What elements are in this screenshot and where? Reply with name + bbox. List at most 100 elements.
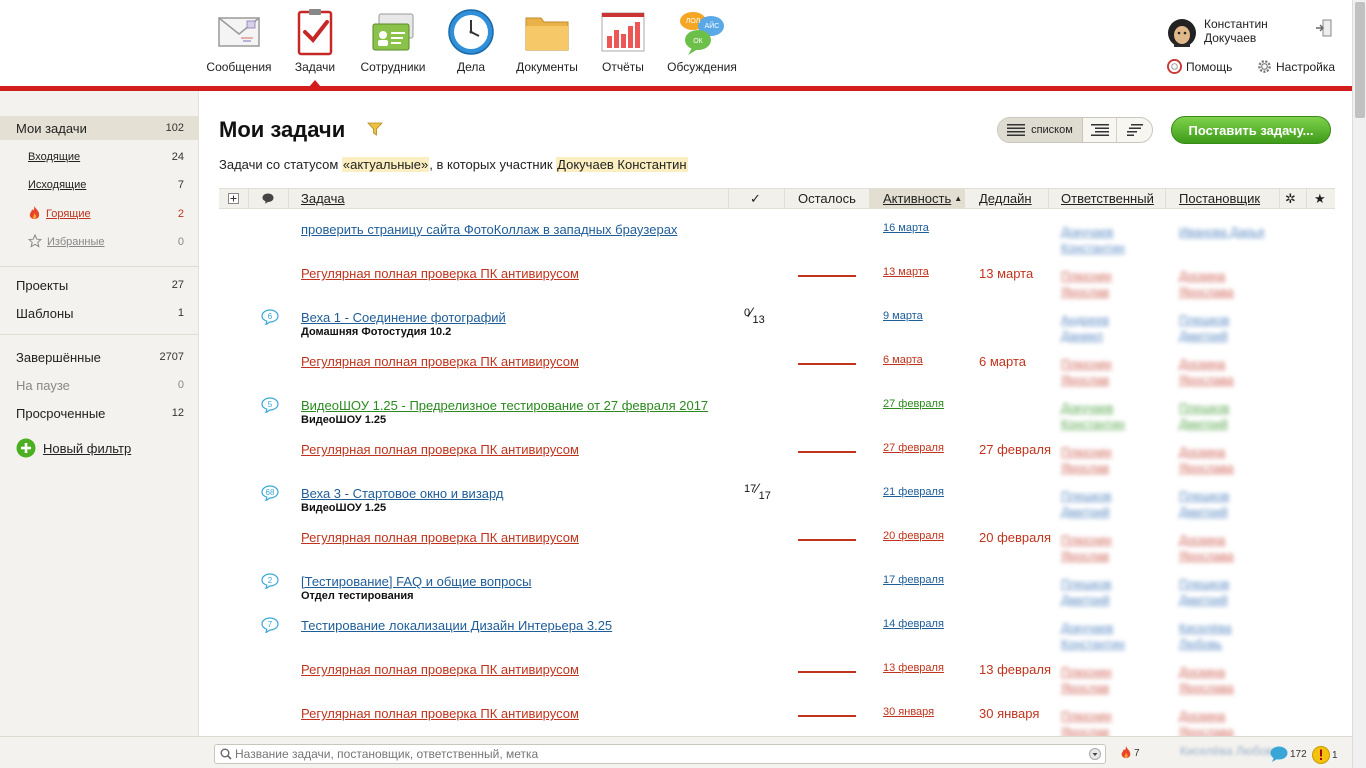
activity-date[interactable]: 27 февраля (883, 442, 944, 454)
activity-date[interactable]: 20 февраля (883, 530, 944, 542)
table-row[interactable]: Регулярная полная проверка ПК антивирусо… (219, 706, 1335, 736)
author-person[interactable]: Доскина Ярослава (1179, 532, 1269, 564)
author-person[interactable]: Плешков Дмитрий (1179, 488, 1269, 520)
task-title-link[interactable]: проверить страницу сайта ФотоКоллаж в за… (301, 222, 677, 237)
task-title-link[interactable]: Регулярная полная проверка ПК антивирусо… (301, 530, 579, 545)
comment-bubble-icon[interactable]: 2 (261, 573, 279, 589)
help-link[interactable]: Помощь (1167, 59, 1232, 74)
expand-all-icon[interactable] (228, 193, 239, 204)
sidebar-item-hot[interactable]: Горящие 2 (0, 202, 199, 226)
task-title-link[interactable]: Регулярная полная проверка ПК антивирусо… (301, 706, 579, 721)
table-row[interactable]: проверить страницу сайта ФотоКоллаж в за… (219, 222, 1335, 266)
new-filter-button[interactable]: Новый фильтр (0, 436, 199, 460)
view-tree-button[interactable] (1083, 118, 1118, 142)
nav-reports[interactable]: Отчёты (583, 8, 663, 74)
task-title-link[interactable]: Регулярная полная проверка ПК антивирусо… (301, 442, 579, 457)
activity-date[interactable]: 30 января (883, 706, 934, 718)
table-row[interactable]: Регулярная полная проверка ПК антивирусо… (219, 442, 1335, 486)
author-person[interactable]: Плешков Дмитрий (1179, 400, 1269, 432)
scrollbar-thumb[interactable] (1355, 2, 1365, 118)
sidebar-item-completed[interactable]: Завершённые 2707 (0, 345, 199, 369)
table-row[interactable]: Регулярная полная проверка ПК антивирусо… (219, 354, 1335, 398)
participant-filter-tag[interactable]: Докучаев Константин (556, 157, 688, 172)
column-star-icon[interactable]: ★ (1314, 189, 1326, 208)
table-row[interactable]: 6 Веха 1 - Соединение фотографий Домашняя … (219, 304, 1335, 354)
author-person[interactable]: Доскина Ярослава (1179, 268, 1269, 300)
footer-comments[interactable]: 172 (1270, 746, 1307, 762)
responsible-person[interactable]: Докучаев Константин (1061, 620, 1151, 652)
table-row[interactable]: 2 [Тестирование] FAQ и общие вопросы Отдел… (219, 573, 1335, 618)
activity-date[interactable]: 17 февраля (883, 574, 944, 586)
author-person[interactable]: Доскина Ярослава (1179, 664, 1269, 696)
author-person[interactable]: Плешков Дмитрий (1179, 312, 1269, 344)
search-input[interactable] (235, 747, 1075, 761)
status-filter-tag[interactable]: «актуальные» (341, 157, 430, 172)
sidebar-item-overdue[interactable]: Просроченные 12 (0, 401, 199, 425)
author-person[interactable]: Плешков Дмитрий (1179, 576, 1269, 608)
nav-employees[interactable]: Сотрудники (353, 8, 433, 74)
sidebar-item-paused[interactable]: На паузе 0 (0, 373, 199, 397)
task-title-link[interactable]: Веха 3 - Стартовое окно и визард (301, 486, 504, 501)
activity-date[interactable]: 27 февраля (883, 398, 944, 410)
sidebar-item-my-tasks[interactable]: Мои задачи 102 (0, 116, 199, 140)
table-row[interactable]: 5 ВидеоШОУ 1.25 - Предрелизное тестирован… (219, 397, 1335, 442)
footer-hot-tasks[interactable]: 7 (1120, 746, 1140, 760)
activity-date[interactable]: 13 марта (883, 266, 929, 278)
activity-date[interactable]: 16 марта (883, 222, 929, 234)
responsible-person[interactable]: Плюснин Ярослав (1061, 664, 1151, 696)
author-person[interactable]: Доскина Ярослава (1179, 444, 1269, 476)
activity-date[interactable]: 21 февраля (883, 486, 944, 498)
task-title-link[interactable]: Веха 1 - Соединение фотографий (301, 310, 506, 325)
activity-date[interactable]: 13 февраля (883, 662, 944, 674)
column-settings-icon[interactable]: ✲ (1285, 189, 1296, 208)
view-gantt-button[interactable] (1117, 118, 1152, 142)
activity-date[interactable]: 9 марта (883, 310, 923, 322)
sidebar-item-outgoing[interactable]: Исходящие 7 (0, 173, 199, 197)
avatar[interactable] (1167, 17, 1197, 49)
user-name[interactable]: Константин Докучаев (1204, 17, 1294, 45)
responsible-person[interactable]: Докучаев Константин (1061, 400, 1151, 432)
task-title-link[interactable]: [Тестирование] FAQ и общие вопросы (301, 574, 531, 589)
responsible-person[interactable]: Плешков Дмитрий (1061, 488, 1151, 520)
nav-messages[interactable]: Сообщения (199, 8, 279, 74)
column-header-task[interactable]: Задача (301, 189, 345, 208)
logout-icon[interactable] (1314, 18, 1334, 38)
nav-documents[interactable]: Документы (507, 8, 587, 74)
table-row[interactable]: Регулярная полная проверка ПК антивирусо… (219, 530, 1335, 574)
author-person[interactable]: Доскина Ярослава (1179, 708, 1269, 736)
responsible-person[interactable]: Плюснин Ярослав (1061, 268, 1151, 300)
add-task-button[interactable]: Поставить задачу... (1171, 116, 1331, 144)
responsible-person[interactable]: Докучаев Константин (1061, 224, 1151, 256)
responsible-person[interactable]: Плюснин Ярослав (1061, 444, 1151, 476)
settings-link[interactable]: Настройка (1257, 59, 1335, 74)
footer-alerts[interactable]: 1 (1312, 746, 1338, 764)
column-header-responsible[interactable]: Ответственный (1061, 189, 1154, 208)
responsible-person[interactable]: Плюснин Ярослав (1061, 356, 1151, 388)
table-row[interactable]: 68 Веха 3 - Стартовое окно и визард ВидеоШ… (219, 480, 1335, 530)
column-header-checklist[interactable]: ✓ (750, 189, 761, 208)
comment-bubble-icon[interactable]: 68 (261, 485, 279, 501)
table-row[interactable]: 7 Тестирование локализации Дизайн Интерье… (219, 617, 1335, 662)
funnel-icon[interactable] (367, 121, 383, 137)
sidebar-item-incoming[interactable]: Входящие 24 (0, 145, 199, 169)
nav-tasks[interactable]: Задачи (275, 8, 355, 74)
sidebar-item-projects[interactable]: Проекты 27 (0, 273, 199, 297)
table-row[interactable]: Регулярная полная проверка ПК антивирусо… (219, 266, 1335, 310)
column-header-activity[interactable]: Активность ▲ (869, 189, 965, 208)
task-title-link[interactable]: Регулярная полная проверка ПК антивирусо… (301, 266, 579, 281)
responsible-person[interactable]: Андреев Даниил (1061, 312, 1151, 344)
chevron-down-icon[interactable] (1089, 748, 1101, 760)
author-person[interactable]: Иванова Дарья (1179, 224, 1269, 240)
comment-bubble-icon[interactable]: 7 (261, 617, 279, 633)
activity-date[interactable]: 6 марта (883, 354, 923, 366)
task-title-link[interactable]: Регулярная полная проверка ПК антивирусо… (301, 662, 579, 677)
sidebar-item-templates[interactable]: Шаблоны 1 (0, 301, 199, 325)
responsible-person[interactable]: Плешков Дмитрий (1061, 576, 1151, 608)
author-person[interactable]: Киселёва Любовь (1179, 620, 1269, 652)
nav-affairs[interactable]: Дела (431, 8, 511, 74)
task-title-link[interactable]: Регулярная полная проверка ПК антивирусо… (301, 354, 579, 369)
column-header-deadline[interactable]: Дедлайн (979, 189, 1032, 208)
view-list-button[interactable]: списком (998, 118, 1083, 142)
comment-bubble-icon[interactable]: 6 (261, 309, 279, 325)
scrollbar[interactable] (1352, 0, 1366, 768)
